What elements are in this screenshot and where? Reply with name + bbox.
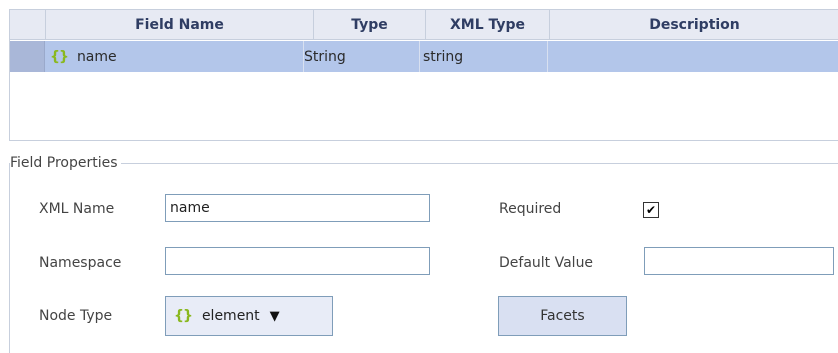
required-checkbox[interactable]: ✔	[643, 202, 659, 218]
node-type-dropdown[interactable]: {} element ▼	[165, 296, 333, 336]
cell-type[interactable]: String	[304, 41, 420, 72]
column-header-field-name[interactable]: Field Name	[46, 10, 314, 40]
checkmark-icon: ✔	[645, 203, 657, 217]
default-value-label: Default Value	[499, 255, 594, 271]
field-name-text: name	[76, 48, 117, 65]
cell-field-name[interactable]: {} name	[46, 41, 304, 72]
xml-name-field[interactable]	[165, 194, 430, 222]
required-label: Required	[499, 201, 562, 217]
xml-name-label: XML Name	[39, 201, 115, 217]
element-braces-icon: {}	[174, 308, 193, 324]
cell-xml-type[interactable]: string	[422, 41, 548, 72]
row-header-corner	[10, 10, 46, 40]
default-value-field[interactable]	[644, 247, 834, 275]
facets-button[interactable]: Facets	[498, 296, 627, 336]
table-row[interactable]: {} name String string	[10, 41, 838, 72]
namespace-field[interactable]	[165, 247, 430, 275]
column-header-type[interactable]: Type	[314, 10, 426, 40]
column-header-description[interactable]: Description	[550, 10, 838, 40]
cell-description[interactable]	[548, 41, 838, 72]
element-braces-icon: {}	[50, 48, 69, 65]
field-properties-legend: Field Properties	[10, 155, 121, 171]
node-type-label: Node Type	[39, 308, 113, 324]
chevron-down-icon: ▼	[269, 308, 280, 324]
node-type-value: element	[201, 308, 260, 324]
fields-grid: Field Name Type XML Type Description {} …	[9, 9, 838, 141]
column-header-xml-type[interactable]: XML Type	[426, 10, 550, 40]
row-selector[interactable]	[10, 41, 45, 72]
namespace-label: Namespace	[39, 255, 122, 271]
